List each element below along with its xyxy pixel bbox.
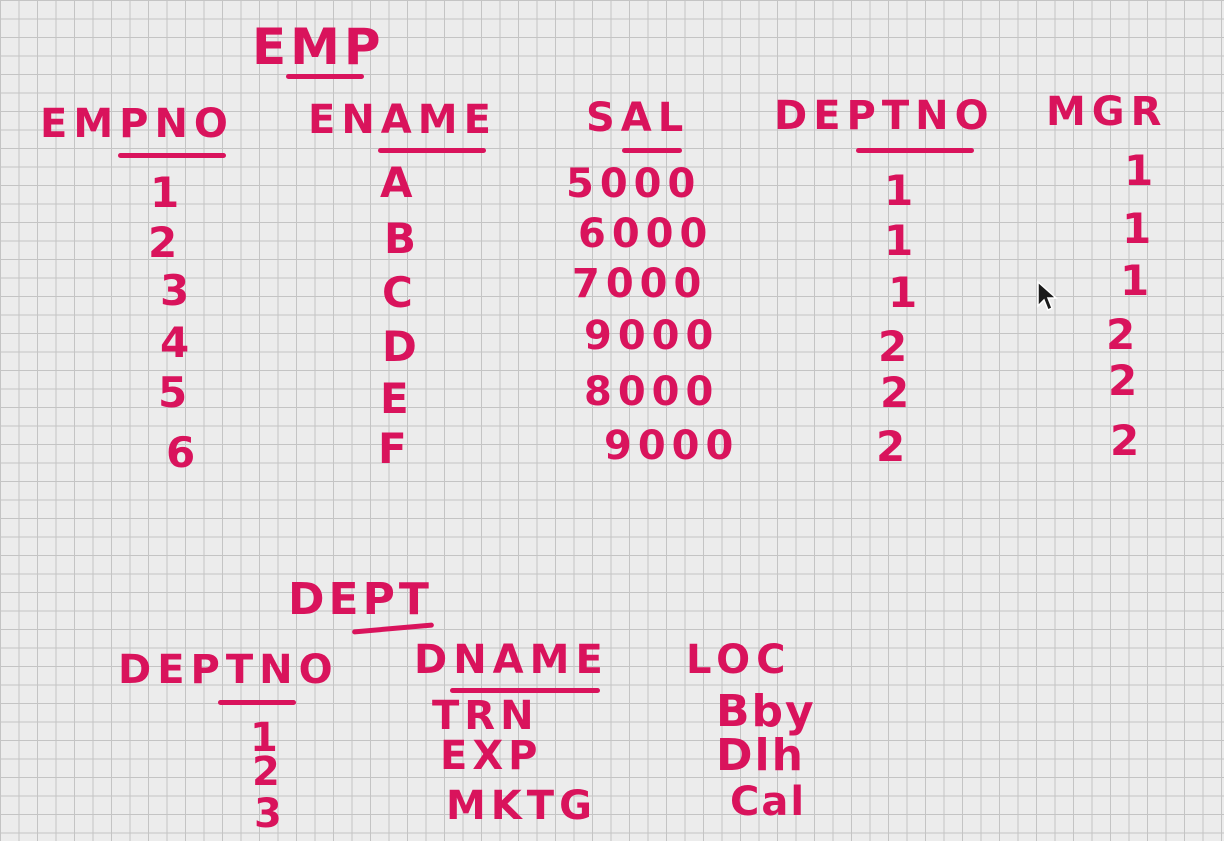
emp-cell-deptno: 2 [876,422,906,471]
emp-cell-deptno: 1 [884,166,914,215]
emp-header-deptno-underline [856,148,974,153]
emp-title: EMP [252,18,385,76]
emp-header-sal-underline [622,148,682,153]
emp-cell-empno: 2 [148,218,178,267]
dept-cell-loc: Dlh [716,730,805,781]
emp-cell-ename: A [380,158,413,207]
emp-cell-mgr: 2 [1110,416,1140,465]
dept-title: DEPT [288,574,433,625]
dept-cell-dname: TRN [432,693,539,739]
emp-cell-mgr: 2 [1108,356,1138,405]
dept-cell-deptno: 3 [254,791,287,837]
emp-header-ename: ENAME [308,97,497,143]
emp-cell-deptno: 2 [878,322,908,371]
emp-cell-empno: 4 [160,318,190,367]
mouse-pointer-icon [1037,280,1058,312]
emp-cell-mgr: 1 [1120,256,1150,305]
emp-cell-empno: 5 [158,368,188,417]
emp-cell-deptno: 1 [888,268,918,317]
emp-cell-empno: 1 [150,168,180,217]
emp-cell-sal: 9000 [604,423,740,469]
emp-cell-mgr: 1 [1124,146,1154,195]
emp-cell-ename: F [378,424,407,473]
emp-cell-deptno: 1 [884,216,914,265]
emp-cell-sal: 9000 [584,313,720,359]
dept-header-deptno: DEPTNO [118,647,339,693]
emp-cell-mgr: 2 [1106,310,1136,359]
emp-cell-sal: 6000 [578,211,714,257]
dept-cell-dname: MKTG [446,783,597,829]
emp-header-mgr: MGR [1046,89,1168,135]
emp-cell-empno: 3 [160,266,190,315]
dept-cell-dname: EXP [440,733,543,779]
emp-cell-ename: B [384,214,417,263]
emp-cell-ename: D [382,322,417,371]
emp-title-underline [286,74,364,79]
emp-cell-mgr: 1 [1122,204,1152,253]
whiteboard-canvas: { "emp": { "title": "EMP", "headers": { … [0,0,1224,841]
emp-cell-deptno: 2 [880,368,910,417]
dept-cell-loc: Cal [730,779,807,825]
emp-cell-sal: 5000 [566,161,702,207]
dept-cell-deptno: 2 [252,749,285,795]
emp-header-sal: SAL [586,95,690,141]
emp-cell-empno: 6 [166,428,196,477]
dept-header-deptno-underline [218,700,296,705]
dept-header-dname: DNAME [414,637,609,683]
emp-cell-sal: 8000 [584,369,720,415]
emp-cell-ename: E [380,374,409,423]
dept-cell-loc: Bby [716,686,816,737]
emp-header-deptno: DEPTNO [774,93,995,139]
emp-cell-sal: 7000 [572,261,708,307]
emp-header-ename-underline [378,148,486,153]
emp-header-empno-underline [118,153,226,158]
emp-cell-ename: C [382,268,413,317]
emp-header-empno: EMPNO [40,101,234,147]
dept-header-loc: LOC [686,637,792,683]
